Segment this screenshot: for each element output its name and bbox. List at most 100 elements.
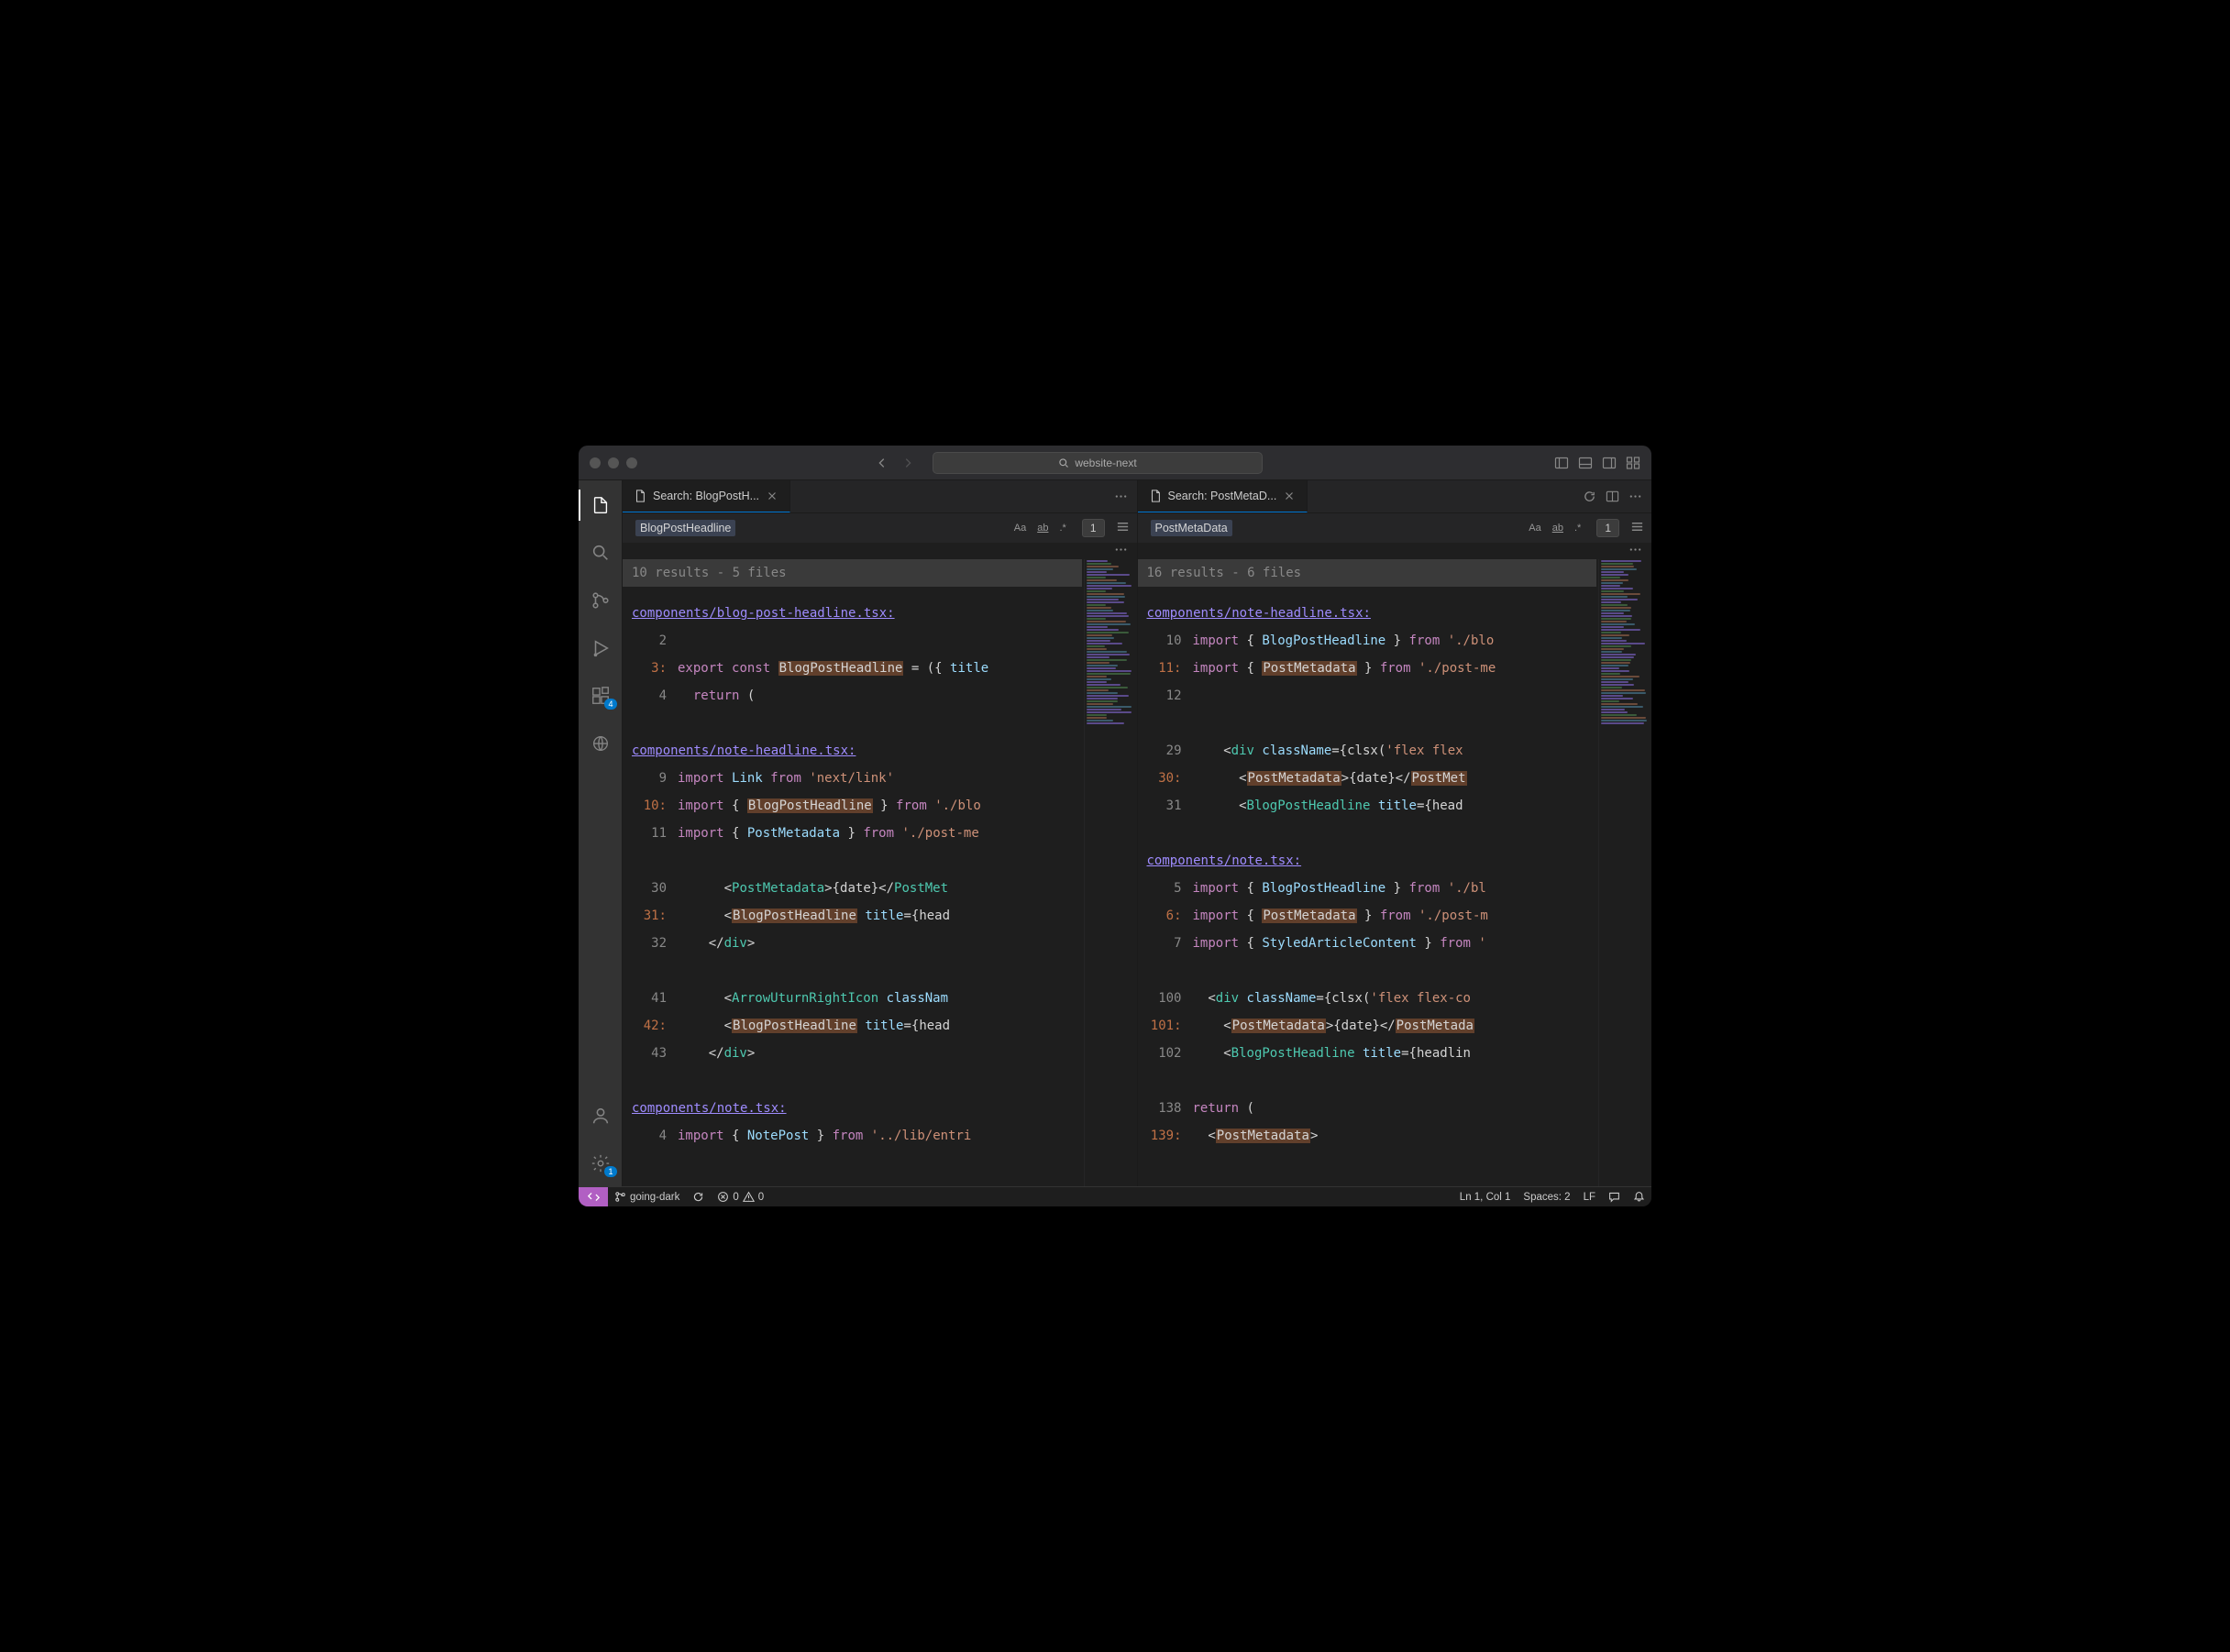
result-line[interactable]: 138return (: [1138, 1095, 1597, 1122]
result-line[interactable]: 100 <div className={clsx('flex flex-co: [1138, 985, 1597, 1012]
line-code: import Link from 'next/link': [678, 765, 894, 792]
search-term[interactable]: PostMetaData: [1151, 520, 1232, 536]
line-code: <ArrowUturnRightIcon classNam: [678, 985, 948, 1012]
result-line[interactable]: 10:import { BlogPostHeadline } from './b…: [623, 792, 1082, 820]
feedback-icon[interactable]: [1602, 1191, 1627, 1203]
search-results-tab[interactable]: Search: BlogPostH...: [623, 480, 790, 512]
minimize-window-icon[interactable]: [608, 457, 619, 468]
results-list[interactable]: components/blog-post-headline.tsx:23:exp…: [623, 592, 1082, 1186]
result-line[interactable]: 32 </div>: [623, 930, 1082, 957]
more-icon[interactable]: [1628, 543, 1642, 556]
settings-badge: 1: [604, 1166, 616, 1177]
source-control-icon[interactable]: [579, 585, 623, 616]
line-number: 2: [623, 627, 678, 655]
search-view-icon[interactable]: [579, 537, 623, 568]
settings-gear-icon[interactable]: 1: [579, 1148, 623, 1179]
result-line[interactable]: 11import { PostMetadata } from './post-m…: [623, 820, 1082, 847]
minimap[interactable]: [1084, 559, 1137, 1186]
result-line[interactable]: 139: <PostMetadata>: [1138, 1122, 1597, 1150]
sync-button[interactable]: [686, 1191, 711, 1203]
regex-toggle[interactable]: .*: [1056, 521, 1068, 535]
results-viewport: 10 results - 5 files components/blog-post…: [623, 559, 1137, 1186]
results-summary: 10 results - 5 files: [623, 559, 1082, 587]
problems[interactable]: 0 0: [711, 1191, 770, 1203]
result-line[interactable]: 43 </div>: [623, 1040, 1082, 1067]
git-branch[interactable]: going-dark: [608, 1191, 686, 1203]
panel-right-icon[interactable]: [1602, 456, 1617, 470]
customize-layout-icon[interactable]: [1626, 456, 1640, 470]
line-number: 30: [623, 875, 678, 902]
environment-icon[interactable]: [579, 728, 623, 759]
editor-overflow: [1138, 543, 1652, 559]
zoom-window-icon[interactable]: [626, 457, 637, 468]
nav-forward-icon[interactable]: [901, 457, 914, 469]
notifications-icon[interactable]: [1627, 1191, 1651, 1203]
result-line[interactable]: 10import { BlogPostHeadline } from './bl…: [1138, 627, 1597, 655]
close-icon[interactable]: [766, 490, 778, 502]
result-line[interactable]: 6:import { PostMetadata } from './post-m: [1138, 902, 1597, 930]
result-line[interactable]: 4import { NotePost } from '../lib/entri: [623, 1122, 1082, 1150]
result-line[interactable]: 102 <BlogPostHeadline title={headlin: [1138, 1040, 1597, 1067]
whole-word-toggle[interactable]: ab: [1550, 521, 1566, 535]
result-line[interactable]: 42: <BlogPostHeadline title={head: [623, 1012, 1082, 1040]
split-editor-icon[interactable]: [1606, 490, 1619, 503]
remote-indicator[interactable]: [579, 1187, 608, 1206]
result-line[interactable]: 12: [1138, 682, 1597, 710]
extensions-icon[interactable]: 4: [579, 680, 623, 711]
close-window-icon[interactable]: [590, 457, 601, 468]
result-line[interactable]: 101: <PostMetadata>{date}</PostMetada: [1138, 1012, 1597, 1040]
results-list[interactable]: components/note-headline.tsx:10import { …: [1138, 592, 1597, 1186]
result-line[interactable]: 5import { BlogPostHeadline } from './bl: [1138, 875, 1597, 902]
result-line[interactable]: 31: <BlogPostHeadline title={head: [623, 902, 1082, 930]
more-icon[interactable]: [1114, 490, 1128, 503]
more-icon[interactable]: [1628, 490, 1642, 503]
search-options: Aa ab .*: [1526, 521, 1584, 535]
result-file-path[interactable]: components/note-headline.tsx:: [1138, 600, 1597, 627]
context-lines[interactable]: 1: [1082, 519, 1105, 537]
line-code: <BlogPostHeadline title={head: [1193, 792, 1463, 820]
result-line[interactable]: 41 <ArrowUturnRightIcon classNam: [623, 985, 1082, 1012]
panel-left-icon[interactable]: [1554, 456, 1569, 470]
result-line[interactable]: 7import { StyledArticleContent } from ': [1138, 930, 1597, 957]
result-line[interactable]: 4 return (: [623, 682, 1082, 710]
indentation[interactable]: Spaces: 2: [1517, 1192, 1576, 1203]
minimap[interactable]: [1598, 559, 1651, 1186]
result-line[interactable]: 30: <PostMetadata>{date}</PostMet: [1138, 765, 1597, 792]
match-case-toggle[interactable]: Aa: [1011, 521, 1029, 535]
search-icon: [1058, 457, 1069, 468]
traffic-lights[interactable]: [590, 457, 637, 468]
result-line[interactable]: 11:import { PostMetadata } from './post-…: [1138, 655, 1597, 682]
result-line[interactable]: 9import Link from 'next/link': [623, 765, 1082, 792]
result-file-path[interactable]: components/note.tsx:: [1138, 847, 1597, 875]
accounts-icon[interactable]: [579, 1100, 623, 1131]
nav-back-icon[interactable]: [876, 457, 889, 469]
whole-word-toggle[interactable]: ab: [1034, 521, 1051, 535]
explorer-view-icon[interactable]: [579, 490, 623, 521]
run-debug-icon[interactable]: [579, 633, 623, 664]
line-code: <BlogPostHeadline title={head: [678, 902, 950, 930]
result-line[interactable]: 3:export const BlogPostHeadline = ({ tit…: [623, 655, 1082, 682]
line-number: 6:: [1138, 902, 1193, 930]
eol[interactable]: LF: [1577, 1192, 1602, 1203]
more-icon[interactable]: [1114, 543, 1128, 556]
panel-bottom-icon[interactable]: [1578, 456, 1593, 470]
result-line[interactable]: 29 <div className={clsx('flex flex: [1138, 737, 1597, 765]
context-lines[interactable]: 1: [1596, 519, 1619, 537]
result-file-path[interactable]: components/blog-post-headline.tsx:: [623, 600, 1082, 627]
refresh-icon[interactable]: [1583, 490, 1596, 503]
search-results-tab[interactable]: Search: PostMetaD...: [1138, 480, 1308, 512]
match-case-toggle[interactable]: Aa: [1526, 521, 1543, 535]
search-term[interactable]: BlogPostHeadline: [635, 520, 735, 536]
search-menu-icon[interactable]: [1630, 520, 1644, 536]
nav-arrows: [876, 457, 914, 469]
result-file-path[interactable]: components/note.tsx:: [623, 1095, 1082, 1122]
result-file-path[interactable]: components/note-headline.tsx:: [623, 737, 1082, 765]
result-line[interactable]: 30 <PostMetadata>{date}</PostMet: [623, 875, 1082, 902]
close-icon[interactable]: [1283, 490, 1296, 502]
command-center[interactable]: website-next: [933, 452, 1263, 474]
cursor-position[interactable]: Ln 1, Col 1: [1453, 1192, 1518, 1203]
result-line[interactable]: 31 <BlogPostHeadline title={head: [1138, 792, 1597, 820]
regex-toggle[interactable]: .*: [1572, 521, 1584, 535]
result-line[interactable]: 2: [623, 627, 1082, 655]
search-menu-icon[interactable]: [1116, 520, 1130, 536]
